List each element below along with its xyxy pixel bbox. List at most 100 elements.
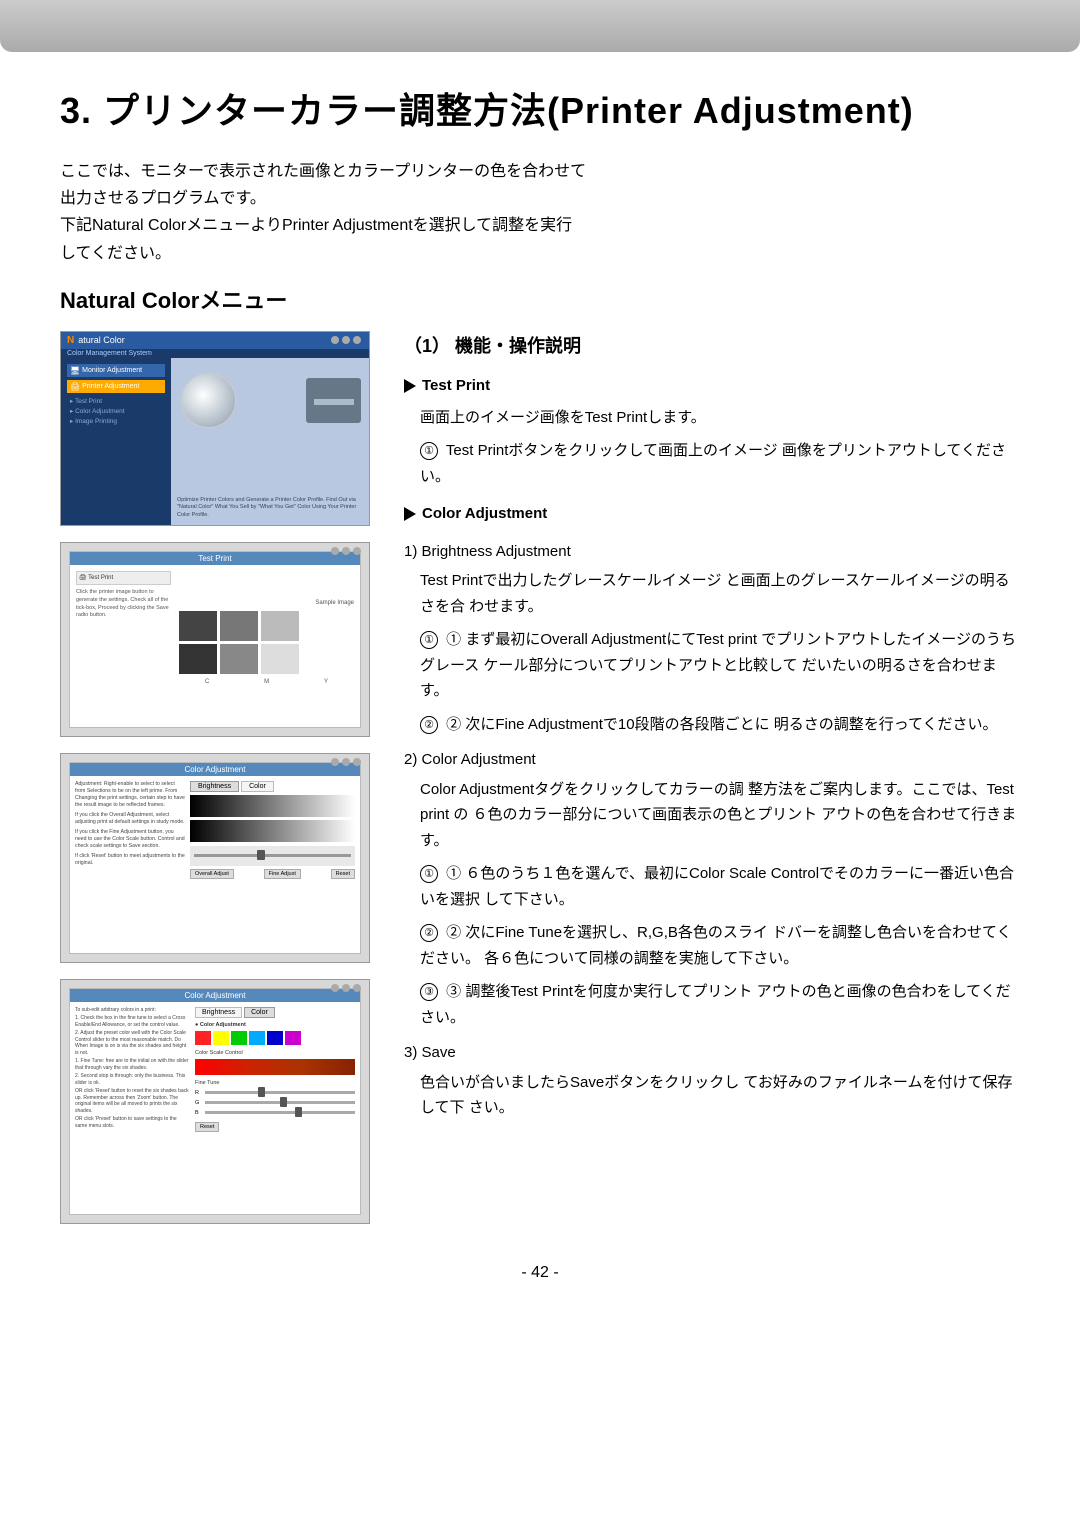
intro-line4: してください。 xyxy=(60,245,171,262)
brightness-step1: ① ① まず最初にOverall AdjustmentにてTest print … xyxy=(420,627,1020,704)
ss4-fine-tune-label: Fine Tune xyxy=(195,1080,355,1086)
ss3-slider-area xyxy=(190,846,355,866)
ss2-labels: C M Y xyxy=(179,679,354,685)
ss3-tabs: Brightness Color xyxy=(190,781,355,792)
ss3-fine-btn[interactable]: Fine Adjust xyxy=(264,869,301,879)
ss1-image-print: ▸ Image Printing xyxy=(67,416,165,426)
intro-block: ここでは、モニターで表示された画像とカラープリンターの色を合わせて 出力させるプ… xyxy=(60,158,1020,267)
intro-line3: 下記Natural ColorメニューよりPrinter Adjustmentを… xyxy=(60,217,572,234)
swatch-magenta[interactable] xyxy=(285,1031,301,1045)
ss1-sidebar: 🖥 Monitor Adjustment 🖨 Printer Adjustmen… xyxy=(61,358,171,526)
triangle-icon-2 xyxy=(404,507,416,521)
dot-6 xyxy=(353,547,361,555)
swatch-red[interactable] xyxy=(195,1031,211,1045)
label-y: Y xyxy=(324,679,328,685)
sw-dark2 xyxy=(179,644,217,674)
test-print-step1: ① Test Printボタンをクリックして画面上のイメージ 画像をプリントアウ… xyxy=(420,438,1020,489)
save-sub-label: 3) Save xyxy=(404,1040,1020,1066)
main-title: 3. プリンターカラー調整方法(Printer Adjustment) xyxy=(60,82,1020,134)
ss3-body: Adjustment: Right-enable to select to se… xyxy=(70,776,360,946)
ss3-gradient-overall xyxy=(190,795,355,817)
dot-5 xyxy=(342,547,350,555)
ss1-color-adj: ▸ Color Adjustment xyxy=(67,406,165,416)
swatch-blue[interactable] xyxy=(267,1031,283,1045)
ss4-tab-color[interactable]: Color xyxy=(244,1007,275,1018)
ss4-body: To sub-edit arbitrary colors in a print:… xyxy=(70,1002,360,1207)
ss2-row2 xyxy=(179,644,354,674)
ss3-tab-color[interactable]: Color xyxy=(241,781,274,792)
ss4-r-thumb[interactable] xyxy=(258,1087,265,1097)
triangle-icon-1 xyxy=(404,379,416,393)
ss3-inner: Color Adjustment Adjustment: Right-enabl… xyxy=(69,762,361,954)
circle-2: ① xyxy=(420,631,438,649)
ss4-g-track xyxy=(205,1101,355,1104)
screenshot-4: Color Adjustment To sub-edit arbitrary c… xyxy=(60,979,370,1224)
circle-4: ① xyxy=(420,865,438,883)
label-c: C xyxy=(205,679,209,685)
ss4-color-scale-bar xyxy=(195,1059,355,1075)
ss4-color-scale-label: Color Scale Control xyxy=(195,1050,355,1056)
dot-9 xyxy=(353,758,361,766)
swatch-green[interactable] xyxy=(231,1031,247,1045)
dot-11 xyxy=(342,984,350,992)
screenshot-1: N atural Color Color Management System 🖥… xyxy=(60,331,370,526)
ss2-sample-label: Sample Image xyxy=(179,600,354,606)
ss3-slider-thumb[interactable] xyxy=(257,850,265,860)
ss3-tab-brightness[interactable]: Brightness xyxy=(190,781,239,792)
ss3-buttons: Overall Adjust Fine Adjust Reset xyxy=(190,869,355,879)
ss1-subtitle: Color Management System xyxy=(61,349,369,358)
ss4-r-label: R xyxy=(195,1090,203,1096)
ss4-bottom-buttons: Reset xyxy=(195,1122,355,1132)
brightness-step2-text: ② 次にFine Adjustmentで10段階の各段階ごとに 明るさの調整を行… xyxy=(446,716,997,733)
ss3-reset-btn[interactable]: Reset xyxy=(331,869,355,879)
color-step3-text: ③ 調整後Test Printを何度か実行してプリント アウトの色と画像の色合わ… xyxy=(420,983,1011,1026)
ss4-g-thumb[interactable] xyxy=(280,1097,287,1107)
color-step2-text: ② 次にFine Tuneを選択し、R,G,B各色のスライ ドバーを調整し色合い… xyxy=(420,924,1012,967)
color-step3: ③ ③ 調整後Test Printを何度か実行してプリント アウトの色と画像の色… xyxy=(420,979,1020,1030)
brightness-desc: Test Printで出力したグレースケールイメージ と画面上のグレースケールイ… xyxy=(420,568,1020,619)
ss4-title: Color Adjustment xyxy=(70,989,360,1002)
dot-7 xyxy=(331,758,339,766)
ss4-color-swatches xyxy=(195,1031,355,1045)
ss2-body: 🖨 Test Print Click the printer image but… xyxy=(70,565,360,720)
step-number: （1） 機能・操作説明 xyxy=(404,331,1020,362)
test-print-step1-text: Test Printボタンをクリックして画面上のイメージ 画像をプリントアウトし… xyxy=(420,442,1006,485)
ss3-title: Color Adjustment xyxy=(70,763,360,776)
dot-4 xyxy=(331,547,339,555)
swatch-yellow[interactable] xyxy=(213,1031,229,1045)
brightness-step1-text: ① まず最初にOverall AdjustmentにてTest print でプ… xyxy=(420,631,1016,699)
ss1-main-area: Optimize Printer Colors and Generate a P… xyxy=(171,358,369,526)
ss4-b-label: B xyxy=(195,1110,203,1116)
ss2-button-area: 🖨 Test Print xyxy=(76,571,171,585)
dot-2 xyxy=(342,336,350,344)
color-step2: ② ② 次にFine Tuneを選択し、R,G,B各色のスライ ドバーを調整し色… xyxy=(420,920,1020,971)
ss4-reset-btn[interactable]: Reset xyxy=(195,1122,219,1132)
ss3-right: Brightness Color Overall xyxy=(190,781,355,941)
ss4-g-label: G xyxy=(195,1100,203,1106)
dot-1 xyxy=(331,336,339,344)
ss4-left-text: To sub-edit arbitrary colors in a print:… xyxy=(75,1007,190,1202)
ss4-tab-brightness[interactable]: Brightness xyxy=(195,1007,242,1018)
ss1-monitor-adj: 🖥 Monitor Adjustment xyxy=(67,364,165,377)
screenshot-2: Test Print 🖨 Test Print Click the printe… xyxy=(60,542,370,737)
ss4-b-track xyxy=(205,1111,355,1114)
test-print-desc: 画面上のイメージ画像をTest Printします。 xyxy=(420,405,1020,431)
ss3-gradient-fine xyxy=(190,820,355,842)
ss4-b-thumb[interactable] xyxy=(295,1107,302,1117)
circle-5: ② xyxy=(420,924,438,942)
page-number: - 42 - xyxy=(60,1264,1020,1282)
ss1-printer-adj: 🖨 Printer Adjustment xyxy=(67,380,165,393)
circle-6: ③ xyxy=(420,983,438,1001)
ss4-slider-r: R xyxy=(195,1090,355,1096)
ss1-header: N atural Color xyxy=(61,332,369,349)
brightness-step2: ② ② 次にFine Adjustmentで10段階の各段階ごとに 明るさの調整… xyxy=(420,712,1020,738)
swatch-cyan[interactable] xyxy=(249,1031,265,1045)
ss1-paper xyxy=(314,399,354,405)
ss3-overall-btn[interactable]: Overall Adjust xyxy=(190,869,234,879)
color-sub-label: 2) Color Adjustment xyxy=(404,747,1020,773)
sw-light2 xyxy=(261,644,299,674)
screenshots-column: N atural Color Color Management System 🖥… xyxy=(60,331,380,1224)
ss1-title: atural Color xyxy=(78,335,125,345)
dot-12 xyxy=(353,984,361,992)
section-title: Natural Colorメニュー xyxy=(60,283,1020,315)
